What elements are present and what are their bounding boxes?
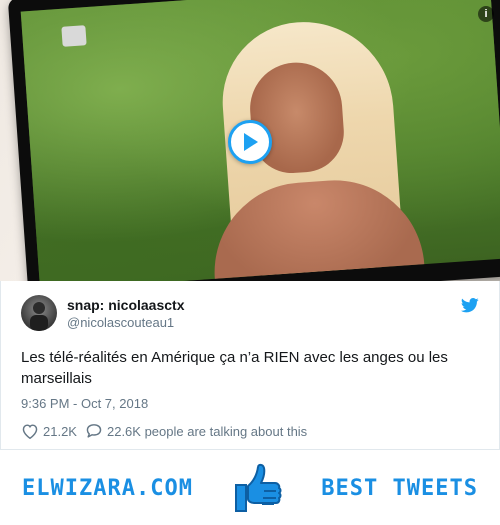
avatar[interactable] [21, 295, 57, 331]
tweet-card: snap: nicolaasctx @nicolascouteau1 Les t… [0, 281, 500, 450]
thumbs-up-icon [235, 463, 282, 512]
site-name[interactable]: ELWIZARA.COM [22, 476, 193, 501]
like-button[interactable]: 21.2K [21, 423, 77, 439]
play-icon [244, 133, 258, 151]
best-tweets-label: BEST TWEETS [321, 476, 478, 501]
embedded-video[interactable]: i [0, 0, 500, 281]
info-icon[interactable]: i [478, 6, 494, 22]
tweet-actions: 21.2K 22.6K people are talking about thi… [21, 423, 315, 439]
heart-icon [22, 424, 38, 439]
comment-icon [86, 424, 102, 438]
site-banner: ELWIZARA.COM BEST TWEETS [0, 450, 500, 525]
display-name[interactable]: snap: nicolaasctx [67, 297, 185, 313]
user-handle[interactable]: @nicolascouteau1 [67, 315, 174, 330]
like-count: 21.2K [43, 423, 77, 439]
tweet-timestamp[interactable]: 9:36 PM - Oct 7, 2018 [21, 396, 148, 411]
talking-about-text: 22.6K people are talking about this [106, 423, 308, 439]
twitter-bird-icon[interactable] [461, 298, 479, 313]
reply-button[interactable]: 22.6K people are talking about this [85, 423, 307, 439]
tweet-text: Les télé-réalités en Amérique ça n’a RIE… [21, 349, 448, 387]
play-button[interactable] [228, 120, 272, 164]
mtv-logo-icon [61, 25, 87, 47]
